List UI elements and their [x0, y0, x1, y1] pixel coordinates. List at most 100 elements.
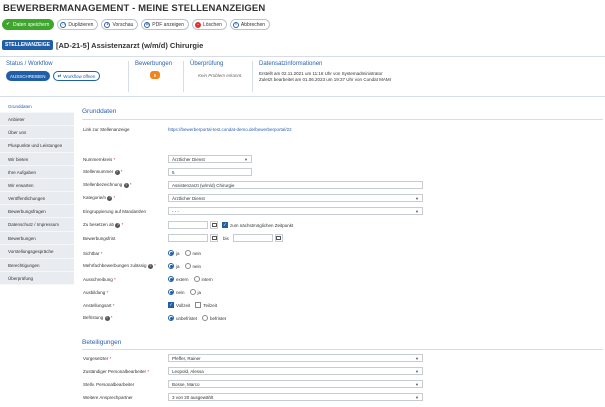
ausbildung-label: Ausbildung: [83, 289, 106, 295]
mehrfach-nein-radio[interactable]: [184, 263, 191, 269]
workflow-button[interactable]: ⇄ Workflow öffnen: [52, 71, 101, 81]
calendar-button[interactable]: [210, 221, 218, 229]
calendar-icon: [276, 236, 282, 240]
cancel-button[interactable]: ✕ Abbrechen: [229, 19, 271, 30]
workflow-column: Status / Workflow AUSSCHREIBEN ⇄ Workflo…: [6, 61, 101, 81]
applications-count-badge[interactable]: 5: [150, 71, 160, 79]
help-icon[interactable]: ?: [147, 263, 153, 269]
preview-button[interactable]: ● Vorschau: [101, 19, 139, 30]
mehrfach-ja-radio[interactable]: [168, 263, 174, 269]
row-eingruppierung: Eingruppierung auf Mandant/en - - - ▼: [83, 207, 423, 215]
info-title: Datensatzinformationen: [259, 61, 323, 67]
weitere-select[interactable]: 3 von 20 ausgewählt ▼: [168, 393, 423, 401]
frist-from-input[interactable]: [168, 234, 208, 242]
unbefristet-radio[interactable]: [168, 315, 174, 321]
duplicate-icon: ❐: [60, 21, 67, 28]
sidebar-item-bewerbungen[interactable]: Bewerbungen: [0, 232, 74, 245]
sidebar-item-aufgaben[interactable]: Ihre Aufgaben: [0, 166, 74, 179]
sidebar-item-ueber-uns[interactable]: Über uns: [0, 126, 74, 139]
option-label: Teilzeit: [203, 302, 218, 308]
section-title-beteiligungen: Beteiligungen: [82, 339, 122, 346]
workflow-label: Workflow öffnen: [63, 73, 96, 79]
sichtbar-nein-radio[interactable]: [184, 250, 191, 256]
sidebar-item-bewerbungsfragen[interactable]: Bewerbungsfragen: [0, 205, 74, 218]
sidebar-item-vorstellungsgespraeche[interactable]: Vorstellungsgespräche: [0, 245, 74, 259]
kategorie-select[interactable]: Ärztlicher Dienst ▼: [168, 194, 423, 202]
ausbildung-ja-radio[interactable]: [189, 289, 196, 295]
ad-link[interactable]: https://bewerberportal-test.condat-demo.…: [168, 127, 292, 132]
workflow-title: Status / Workflow: [6, 61, 53, 67]
help-icon[interactable]: ?: [114, 169, 120, 175]
sidebar-item-wir-bieten[interactable]: Wir bieten: [0, 153, 74, 166]
befristet-radio[interactable]: [202, 315, 209, 321]
personal-label: Zuständiger Personalbearbeiter: [83, 368, 147, 374]
row-stellv: Stellv. Personalbearbeiter Bosse, Marco …: [83, 380, 423, 388]
sidebar-item-berechtigungen[interactable]: Berechtigungen: [0, 259, 74, 272]
toolbar: ✔ Daten speichern ❐ Duplizieren ● Vorsch…: [2, 19, 271, 30]
vollzeit-checkbox[interactable]: ✓: [168, 302, 174, 308]
save-button[interactable]: ✔ Daten speichern: [2, 19, 55, 30]
ausschreibung-intern-radio[interactable]: [193, 276, 200, 282]
row-ausbildung: Ausbildung * nein ja: [83, 289, 206, 295]
chevron-down-icon: ▼: [415, 368, 419, 374]
calendar-button[interactable]: [210, 234, 218, 242]
befristung-label: Befristung: [83, 315, 104, 321]
sidebar-item-grunddaten[interactable]: Grunddaten: [0, 100, 74, 113]
row-vorgesetzter: Vorgesetzter * Pfeffer, Rainer ▼: [83, 354, 423, 362]
required-marker: *: [106, 289, 109, 295]
sichtbar-ja-radio[interactable]: [168, 250, 174, 256]
chevron-down-icon: ▼: [415, 208, 419, 214]
row-kategorie: Kategorie/n ? * Ärztlicher Dienst ▼: [83, 194, 423, 202]
frist-to-input[interactable]: [232, 234, 273, 242]
eingruppierung-select[interactable]: - - - ▼: [168, 207, 423, 215]
vorgesetzter-select[interactable]: Pfeffer, Rainer ▼: [168, 354, 423, 362]
pdf-button[interactable]: ▤ PDF anzeigen: [141, 19, 189, 30]
sidebar-item-anbieter[interactable]: Anbieter: [0, 113, 74, 126]
chevron-down-icon: ▼: [415, 195, 419, 201]
option-label: extern: [176, 276, 189, 282]
info-column: Datensatzinformationen Erstellt am 02.11…: [259, 61, 391, 83]
status-panel: Status / Workflow AUSSCHREIBEN ⇄ Workflo…: [0, 56, 605, 97]
help-icon[interactable]: ?: [107, 195, 113, 201]
delete-label: Löschen: [202, 21, 222, 28]
calendar-button[interactable]: [274, 234, 283, 242]
main-content: Grunddaten Link zur Stellenanzeige https…: [74, 100, 605, 407]
sidebar-item-wir-erwarten[interactable]: Wir erwarten: [0, 179, 74, 192]
bezeichnung-input[interactable]: Assistenzarzt (w/m/d) Chirurgie: [168, 181, 423, 189]
row-mehrfach: Mehrfachbewerbungen zulässig ? * ja nein: [83, 263, 206, 269]
stellenanzeige-badge: STELLENANZEIGE: [2, 40, 54, 50]
sidebar-item-ueberpruefung[interactable]: Überprüfung: [0, 272, 74, 285]
delete-button[interactable]: − Löschen: [191, 19, 227, 30]
ausschreibung-extern-radio[interactable]: [168, 276, 174, 282]
preview-label: Vorschau: [112, 21, 134, 28]
sidebar-item-datenschutz[interactable]: Datenschutz / Impressum: [0, 218, 74, 232]
sidebar-item-veroeffentlichungen[interactable]: Veröffentlichungen: [0, 192, 74, 205]
required-marker: *: [100, 250, 103, 256]
divider: [128, 61, 129, 92]
pdf-label: PDF anzeigen: [152, 21, 184, 28]
stellv-select[interactable]: Bosse, Marco ▼: [168, 380, 423, 388]
calendar-icon: [211, 236, 217, 240]
duplicate-button[interactable]: ❐ Duplizieren: [57, 19, 99, 30]
frist-label: Bewerbungsfrist: [83, 235, 116, 241]
option-label: nein: [176, 289, 185, 295]
nummernkreis-select[interactable]: Ärztlicher Dienst ▼: [168, 155, 252, 163]
eingruppierung-label: Eingruppierung auf Mandant/en: [83, 208, 147, 214]
required-marker: *: [154, 263, 156, 269]
vorgesetzter-label: Vorgesetzter: [83, 355, 109, 361]
help-icon[interactable]: ?: [104, 315, 110, 321]
calendar-icon: [211, 223, 217, 227]
ausschreiben-button[interactable]: AUSSCHREIBEN: [6, 71, 50, 81]
asap-checkbox[interactable]: ✓: [222, 222, 228, 228]
zu-besetzen-input[interactable]: [168, 221, 208, 229]
sidebar-item-pluspunkte[interactable]: Pluspunkte und Leistungen: [0, 139, 74, 153]
required-marker: *: [109, 355, 112, 361]
option-label: ja: [176, 250, 180, 256]
chevron-down-icon: ▼: [415, 355, 419, 361]
ausbildung-nein-radio[interactable]: [168, 289, 174, 295]
help-icon[interactable]: ?: [123, 182, 129, 188]
personal-select[interactable]: Leopold, Alessa ▼: [168, 367, 423, 375]
help-icon[interactable]: ?: [115, 222, 121, 228]
stellennummer-input[interactable]: 5: [168, 168, 252, 176]
teilzeit-checkbox[interactable]: [195, 302, 202, 308]
